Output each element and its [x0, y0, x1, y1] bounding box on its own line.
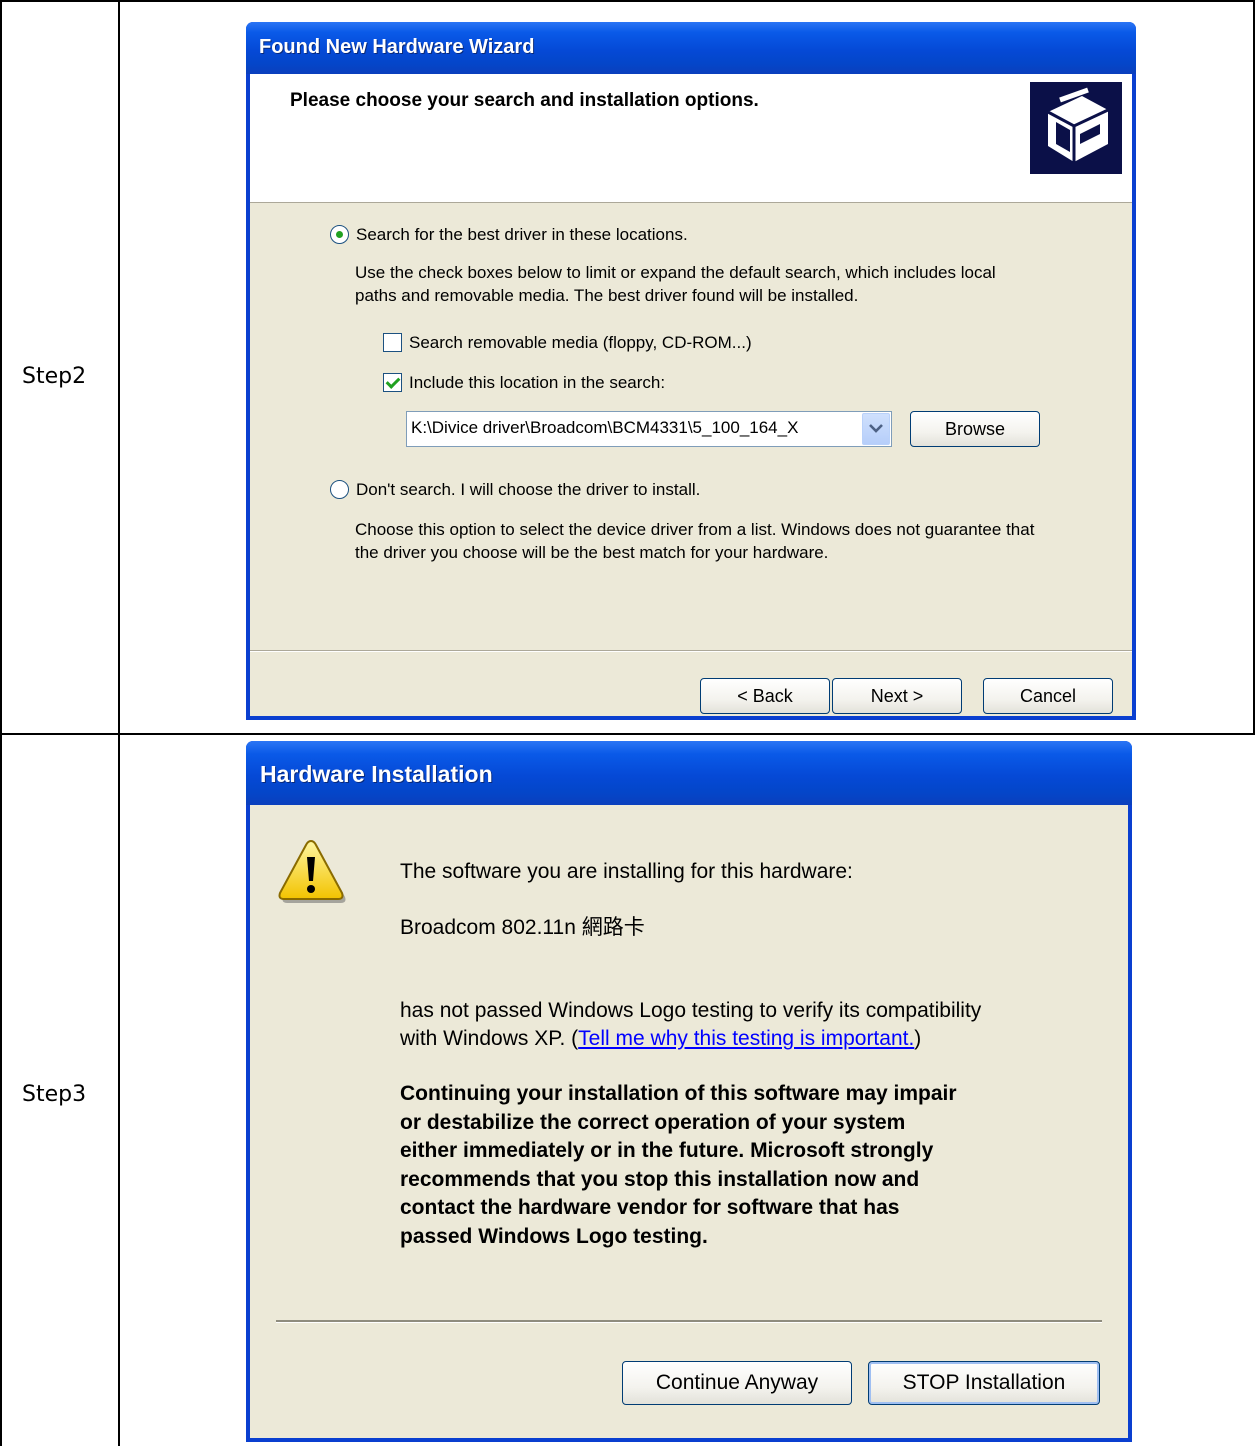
step3-label: Step3	[22, 1082, 87, 1107]
table-border-left	[0, 0, 2, 1446]
warning-icon	[274, 833, 348, 907]
location-combobox-value[interactable]: K:\Divice driver\Broadcom\BCM4331\5_100_…	[411, 418, 798, 438]
testing-importance-link[interactable]: Tell me why this testing is important.	[578, 1027, 914, 1050]
hardware-installation-dialog: Hardware Installation The software you a…	[246, 741, 1132, 1442]
radio-search-best-driver-label[interactable]: Search for the best driver in these loca…	[356, 223, 688, 246]
table-border-top	[0, 0, 1255, 2]
search-description-line1: Use the check boxes below to limit or ex…	[355, 263, 996, 282]
checkbox-include-location-label[interactable]: Include this location in the search:	[409, 371, 665, 394]
search-description-line2: paths and removable media. The best driv…	[355, 286, 859, 305]
hw-warning-line2: with Windows XP. (Tell me why this testi…	[400, 1026, 921, 1052]
radio-dont-search[interactable]	[330, 480, 349, 499]
radio-dont-search-label[interactable]: Don't search. I will choose the driver t…	[356, 478, 700, 501]
wizard-title: Found New Hardware Wizard	[259, 36, 535, 58]
table-row-divider	[0, 733, 1255, 735]
hw-bold-warning: Continuing your installation of this sof…	[400, 1080, 957, 1251]
browse-button[interactable]: Browse	[910, 411, 1040, 447]
wizard-client-area: Please choose your search and installati…	[250, 74, 1132, 716]
dont-search-description-line1: Choose this option to select the device …	[355, 520, 1035, 539]
table-column-divider	[118, 0, 120, 1446]
hw-client-area: The software you are installing for this…	[250, 805, 1128, 1438]
hw-bold-line: either immediately or in the future. Mic…	[400, 1139, 934, 1162]
location-dropdown-button[interactable]	[862, 413, 890, 445]
checkbox-include-location[interactable]	[383, 373, 402, 392]
wizard-header-title: Please choose your search and installati…	[290, 90, 759, 111]
hw-device-name: Broadcom 802.11n 網路卡	[400, 916, 645, 939]
cancel-button[interactable]: Cancel	[983, 678, 1113, 714]
hw-title: Hardware Installation	[260, 761, 493, 787]
checkbox-search-removable-media[interactable]	[383, 333, 402, 352]
hw-warning-line1: has not passed Windows Logo testing to v…	[400, 999, 982, 1022]
chevron-down-icon	[869, 424, 883, 433]
found-new-hardware-wizard: Found New Hardware Wizard Please choose …	[246, 22, 1136, 720]
continue-anyway-button[interactable]: Continue Anyway	[622, 1361, 852, 1405]
location-combobox[interactable]: K:\Divice driver\Broadcom\BCM4331\5_100_…	[406, 411, 892, 447]
dont-search-description-line2: the driver you choose will be the best m…	[355, 543, 829, 562]
hw-warning-line2-prefix: with Windows XP. (	[400, 1027, 579, 1050]
next-button[interactable]: Next >	[832, 678, 962, 714]
wizard-button-separator	[250, 650, 1132, 652]
wizard-titlebar[interactable]: Found New Hardware Wizard	[246, 22, 1136, 74]
hw-bold-line: Continuing your installation of this sof…	[400, 1082, 957, 1105]
hw-intro-text: The software you are installing for this…	[400, 860, 853, 883]
step2-label: Step2	[22, 364, 87, 389]
hw-titlebar[interactable]: Hardware Installation	[246, 741, 1132, 805]
hw-warning-line2-suffix: )	[914, 1027, 922, 1050]
hw-button-separator	[276, 1320, 1102, 1323]
stop-installation-button[interactable]: STOP Installation	[868, 1361, 1100, 1405]
hardware-wizard-icon	[1030, 82, 1122, 174]
checkbox-search-removable-media-label[interactable]: Search removable media (floppy, CD-ROM..…	[409, 331, 752, 354]
hw-bold-line: contact the hardware vendor for software…	[400, 1196, 900, 1219]
hw-bold-line: passed Windows Logo testing.	[400, 1224, 708, 1248]
back-button[interactable]: < Back	[700, 678, 830, 714]
hw-bold-line: recommends that you stop this installati…	[400, 1167, 920, 1191]
radio-search-best-driver[interactable]	[330, 225, 349, 244]
wizard-header: Please choose your search and installati…	[250, 74, 1132, 203]
hw-bold-line: or destabilize the correct operation of …	[400, 1110, 906, 1134]
